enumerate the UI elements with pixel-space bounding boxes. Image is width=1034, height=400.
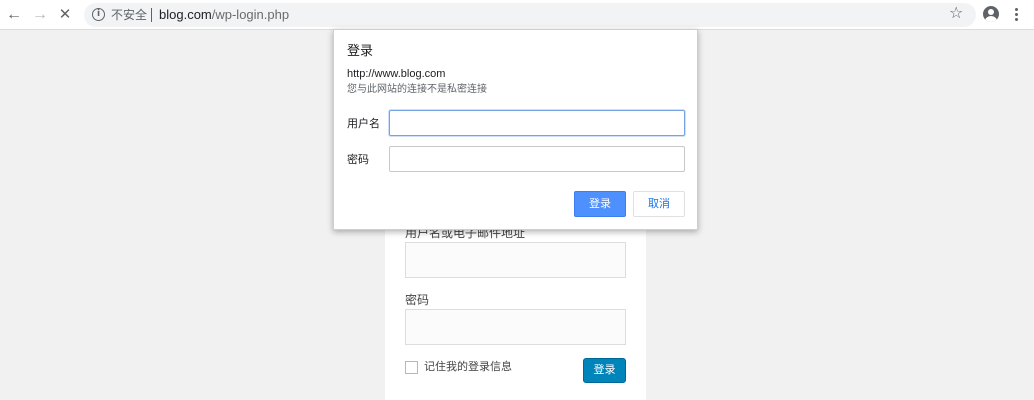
url-text[interactable]: blog.com/wp-login.php <box>159 7 289 23</box>
account-icon[interactable] <box>983 6 999 22</box>
remember-me-checkbox[interactable] <box>405 361 418 374</box>
bookmark-star-icon[interactable]: ☆ <box>949 4 963 24</box>
url-host: blog.com <box>159 7 212 22</box>
stop-loading-icon[interactable]: ✕ <box>55 5 75 25</box>
back-icon[interactable]: ← <box>4 5 24 25</box>
url-path: /wp-login.php <box>211 7 290 22</box>
remember-me-label: 记住我的登录信息 <box>424 361 512 373</box>
dialog-title: 登录 <box>347 43 374 58</box>
forward-icon[interactable]: → <box>30 5 50 25</box>
security-status[interactable]: 不安全 <box>111 8 147 22</box>
address-bar[interactable]: i 不安全 blog.com/wp-login.php <box>84 3 976 27</box>
dialog-password-label: 密码 <box>347 154 369 166</box>
wp-login-button[interactable]: 登录 <box>583 358 626 383</box>
dialog-warning: 您与此网站的连接不是私密连接 <box>347 84 487 95</box>
browser-toolbar: ← → ✕ i 不安全 blog.com/wp-login.php ☆ <box>0 0 1034 30</box>
auth-dialog: 登录 http://www.blog.com 您与此网站的连接不是私密连接 用户… <box>333 29 698 230</box>
dialog-login-button[interactable]: 登录 <box>574 191 626 217</box>
wp-password-input[interactable] <box>405 309 626 345</box>
dialog-username-label: 用户名 <box>347 118 380 130</box>
dialog-username-input[interactable] <box>389 110 685 136</box>
dialog-cancel-button[interactable]: 取消 <box>633 191 685 217</box>
wp-username-input[interactable] <box>405 242 626 278</box>
dialog-origin: http://www.blog.com <box>347 68 446 80</box>
dialog-password-input[interactable] <box>389 146 685 172</box>
url-divider <box>151 8 152 22</box>
wp-password-label: 密码 <box>405 293 430 307</box>
more-menu-icon[interactable] <box>1011 5 1021 25</box>
info-icon[interactable]: i <box>92 8 105 21</box>
wp-login-form: 用户名或电子邮件地址 密码 记住我的登录信息 登录 <box>385 215 646 400</box>
